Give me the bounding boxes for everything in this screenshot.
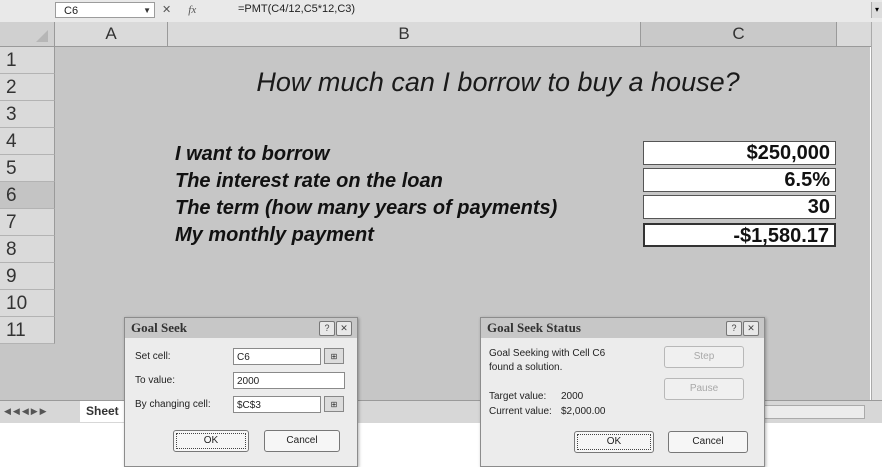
close-icon[interactable]: ✕ [336,321,352,336]
name-box-value: C6 [64,5,79,17]
cell-c3-loan-amount[interactable]: $250,000 [643,141,836,165]
status-cancel-button[interactable]: Cancel [668,431,748,453]
sheet-title: How much can I borrow to buy a house? [256,67,740,97]
row-header-7[interactable]: 7 [0,209,55,236]
row-header-9[interactable]: 9 [0,263,55,290]
status-message-line1: Goal Seeking with Cell C6 [489,348,606,359]
cell-c5-term[interactable]: 30 [643,195,836,219]
formula-input[interactable]: =PMT(C4/12,C5*12,C3) [238,3,355,15]
goal-seek-status-title-bar: Goal Seek Status ? ✕ [481,318,764,338]
row-header-5[interactable]: 5 [0,155,55,182]
row-header-4[interactable]: 4 [0,128,55,155]
name-box[interactable]: C6 ▼ [55,2,155,18]
label-term: The term (how many years of payments) [175,197,558,219]
label-borrow: I want to borrow [175,143,330,165]
label-monthly-payment: My monthly payment [175,224,374,246]
status-ok-button[interactable]: OK [574,431,654,453]
expand-formula-icon[interactable]: ▾ [871,2,882,18]
row-header-2[interactable]: 2 [0,74,55,101]
help-icon[interactable]: ? [726,321,742,336]
vertical-scrollbar[interactable] [871,22,882,414]
chevron-down-icon[interactable]: ▼ [143,3,151,19]
by-changing-cell-label: By changing cell: [135,399,211,410]
goal-seek-title: Goal Seek [131,320,187,335]
to-value-input[interactable]: 2000 [233,372,345,389]
goal-seek-ok-button[interactable]: OK [173,430,249,452]
pause-button[interactable]: Pause [664,378,744,400]
goal-seek-dialog: Goal Seek ? ✕ Set cell: C6 ⊞ To value: 2… [124,317,358,467]
column-header-b[interactable]: B [168,22,641,46]
cell-c4-interest-rate[interactable]: 6.5% [643,168,836,192]
formula-bar: C6 ▼ ✕ fx =PMT(C4/12,C5*12,C3) ▾ [0,0,882,23]
goal-seek-status-dialog: Goal Seek Status ? ✕ Goal Seeking with C… [480,317,765,467]
current-value-label: Current value: [489,406,552,417]
to-value-label: To value: [135,375,176,386]
cancel-entry-icon[interactable]: ✕ [162,4,171,16]
step-button[interactable]: Step [664,346,744,368]
tab-navigation-icons[interactable]: ◀◀◀▶▶ [4,406,49,417]
column-header-row: A B C [0,22,882,47]
row-header-3[interactable]: 3 [0,101,55,128]
set-cell-input[interactable]: C6 [233,348,321,365]
goal-seek-cancel-button[interactable]: Cancel [264,430,340,452]
collapse-dialog-icon[interactable]: ⊞ [324,348,344,364]
set-cell-label: Set cell: [135,351,171,362]
help-icon[interactable]: ? [319,321,335,336]
collapse-dialog-icon[interactable]: ⊞ [324,396,344,412]
goal-seek-status-title: Goal Seek Status [487,320,581,335]
by-changing-cell-input[interactable]: $C$3 [233,396,321,413]
corner-triangle-icon [36,30,48,42]
current-value: $2,000.00 [561,406,606,417]
formula-buttons: ✕ fx [162,3,210,16]
row-header-11[interactable]: 11 [0,317,55,344]
row-header-10[interactable]: 10 [0,290,55,317]
column-header-a[interactable]: A [55,22,168,46]
target-value: 2000 [561,391,584,402]
select-all-corner[interactable] [0,22,55,46]
row-header-8[interactable]: 8 [0,236,55,263]
goal-seek-title-bar: Goal Seek ? ✕ [125,318,357,338]
cell-c6-monthly-payment[interactable]: -$1,580.17 [643,223,836,247]
label-interest-rate: The interest rate on the loan [175,170,443,192]
fx-icon[interactable]: fx [188,4,196,16]
status-message-line2: found a solution. [489,362,563,373]
horizontal-scrollbar[interactable] [755,405,865,419]
column-header-c[interactable]: C [641,22,837,46]
target-value-label: Target value: [489,391,547,402]
row-header-6[interactable]: 6 [0,182,55,209]
close-icon[interactable]: ✕ [743,321,759,336]
row-header-1[interactable]: 1 [0,47,55,74]
